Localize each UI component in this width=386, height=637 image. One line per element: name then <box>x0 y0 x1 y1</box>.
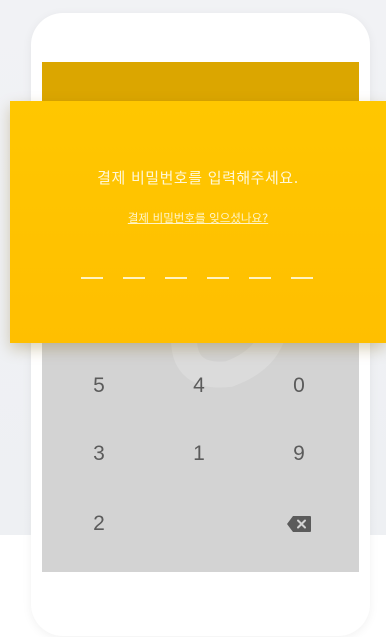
keypad-empty-key <box>159 499 239 549</box>
keypad-key[interactable]: 5 <box>59 361 139 411</box>
pin-digit-slot <box>165 277 187 279</box>
keypad-key[interactable]: 2 <box>59 499 139 549</box>
keypad-key[interactable]: 4 <box>159 361 239 411</box>
number-keypad: 5 4 0 3 1 9 2 <box>42 351 359 561</box>
pin-digit-slot <box>123 277 145 279</box>
pin-digit-slot <box>207 277 229 279</box>
keypad-key[interactable]: 1 <box>159 429 239 479</box>
forgot-password-row: 결제 비밀번호를 잊으셨나요? <box>10 207 386 226</box>
pin-digit-slot <box>249 277 271 279</box>
pin-input[interactable] <box>81 277 313 279</box>
keypad-key[interactable]: 3 <box>59 429 139 479</box>
backspace-button[interactable] <box>259 499 339 549</box>
pin-entry-card: 결제 비밀번호를 입력해주세요. 결제 비밀번호를 잊으셨나요? <box>10 101 386 343</box>
pin-digit-slot <box>291 277 313 279</box>
keypad-key[interactable]: 9 <box>259 429 339 479</box>
keypad-key[interactable]: 0 <box>259 361 339 411</box>
screen-header-bar <box>42 62 359 104</box>
pin-prompt-title: 결제 비밀번호를 입력해주세요. <box>97 169 299 187</box>
pin-digit-slot <box>81 277 103 279</box>
backspace-icon <box>287 516 311 532</box>
forgot-password-link[interactable]: 결제 비밀번호를 잊으셨나요? <box>128 211 268 225</box>
